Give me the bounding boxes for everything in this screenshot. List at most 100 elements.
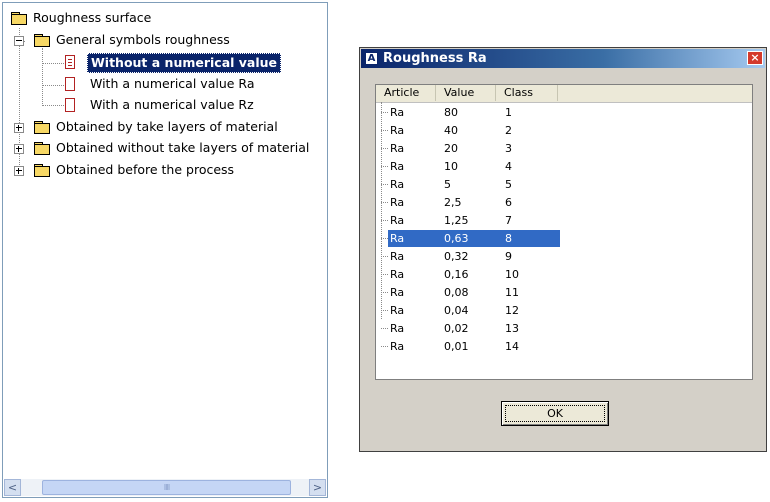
column-header-class[interactable]: Class (496, 85, 558, 101)
table-row[interactable]: Ra 0,63 8 (376, 230, 754, 247)
cell-value: 40 (444, 124, 458, 137)
cell-article: Ra (390, 304, 405, 317)
cell-article: Ra (390, 160, 405, 173)
table-row[interactable]: Ra 0,32 9 (376, 248, 754, 265)
cell-class: 13 (505, 322, 519, 335)
tree-node-label: With a numerical value Rz (90, 97, 254, 112)
roughness-symbol-icon (65, 55, 75, 69)
column-header-article[interactable]: Article (376, 85, 436, 101)
cell-article: Ra (390, 286, 405, 299)
cell-value: 20 (444, 142, 458, 155)
cell-class: 11 (505, 286, 519, 299)
tree-node-label: Obtained before the process (56, 162, 235, 177)
cell-class: 10 (505, 268, 519, 281)
close-icon[interactable]: × (747, 51, 763, 65)
ok-button-label: OK (547, 407, 563, 420)
folder-icon (34, 142, 50, 155)
cell-value: 0,32 (444, 250, 469, 263)
cell-value: 80 (444, 106, 458, 119)
table-row[interactable]: Ra 40 2 (376, 122, 754, 139)
expand-icon[interactable] (14, 144, 24, 154)
roughness-list[interactable]: Article Value Class Ra 80 1 Ra 40 2 Ra 20 3 Ra 10 4… (375, 84, 753, 380)
cell-article: Ra (390, 196, 405, 209)
cell-value: 10 (444, 160, 458, 173)
table-row[interactable]: Ra 2,5 6 (376, 194, 754, 211)
table-row[interactable]: Ra 0,08 11 (376, 284, 754, 301)
tree-node-root[interactable]: Roughness surface (11, 9, 211, 27)
cell-article: Ra (390, 322, 405, 335)
cell-value: 0,04 (444, 304, 469, 317)
cell-value: 0,01 (444, 340, 469, 353)
cell-value: 0,02 (444, 322, 469, 335)
folder-icon (34, 164, 50, 177)
horizontal-scrollbar[interactable]: < IIII > (4, 479, 326, 496)
tree-node-label: Roughness surface (33, 10, 152, 25)
cell-article: Ra (390, 142, 405, 155)
cell-article: Ra (390, 340, 405, 353)
table-row[interactable]: Ra 80 1 (376, 104, 754, 121)
roughness-ra-dialog: A Roughness Ra × Article Value Class Ra 8… (359, 47, 767, 452)
tree-node-take-layers[interactable]: Obtained by take layers of material (14, 118, 324, 136)
cell-value: 5 (444, 178, 451, 191)
table-row[interactable]: Ra 1,25 7 (376, 212, 754, 229)
cell-class: 8 (505, 232, 512, 245)
cell-article: Ra (390, 178, 405, 191)
table-row[interactable]: Ra 20 3 (376, 140, 754, 157)
folder-icon (34, 121, 50, 134)
cell-value: 1,25 (444, 214, 469, 227)
cell-class: 3 (505, 142, 512, 155)
cell-class: 2 (505, 124, 512, 137)
cell-class: 6 (505, 196, 512, 209)
cell-article: Ra (390, 124, 405, 137)
cell-value: 0,16 (444, 268, 469, 281)
tree-node-label: Obtained by take layers of material (56, 119, 278, 134)
cell-value: 0,63 (444, 232, 469, 245)
scroll-left-arrow-icon[interactable]: < (4, 479, 21, 496)
cell-value: 2,5 (444, 196, 462, 209)
cell-article: Ra (390, 232, 405, 245)
cell-article: Ra (390, 214, 405, 227)
folder-icon (11, 12, 27, 25)
table-row[interactable]: Ra 0,02 13 (376, 320, 754, 337)
roughness-symbol-icon (65, 77, 75, 91)
cell-article: Ra (390, 250, 405, 263)
roughness-symbol-icon (65, 98, 75, 112)
cell-class: 5 (505, 178, 512, 191)
expand-icon[interactable] (14, 123, 24, 133)
cell-class: 1 (505, 106, 512, 119)
tree-panel: Roughness surface General symbols roughn… (2, 2, 328, 498)
app-icon: A (365, 52, 378, 65)
collapse-icon[interactable] (14, 36, 24, 46)
dialog-title: Roughness Ra (383, 51, 487, 66)
tree-node-without-take-layers[interactable]: Obtained without take layers of material (14, 139, 324, 157)
tree-node-with-numerical-value-ra[interactable]: With a numerical value Ra (65, 75, 315, 93)
tree-node-before-process[interactable]: Obtained before the process (14, 161, 324, 179)
table-row[interactable]: Ra 0,01 14 (376, 338, 754, 355)
cell-class: 12 (505, 304, 519, 317)
ok-button[interactable]: OK (501, 401, 609, 426)
cell-class: 7 (505, 214, 512, 227)
scroll-right-arrow-icon[interactable]: > (309, 479, 326, 496)
cell-class: 9 (505, 250, 512, 263)
cell-article: Ra (390, 106, 405, 119)
tree-node-label: Without a numerical value (87, 53, 282, 73)
tree-node-label: General symbols roughness (56, 32, 230, 47)
cell-value: 0,08 (444, 286, 469, 299)
cell-article: Ra (390, 268, 405, 281)
expand-icon[interactable] (14, 166, 24, 176)
table-row[interactable]: Ra 0,04 12 (376, 302, 754, 319)
tree-node-without-numerical-value[interactable]: Without a numerical value (65, 53, 315, 73)
dialog-titlebar[interactable]: A Roughness Ra × (361, 49, 765, 68)
column-header-value[interactable]: Value (436, 85, 496, 101)
tree-node-general-symbols[interactable]: General symbols roughness (14, 31, 274, 49)
tree-node-label: Obtained without take layers of material (56, 140, 310, 155)
table-row[interactable]: Ra 0,16 10 (376, 266, 754, 283)
tree-node-with-numerical-value-rz[interactable]: With a numerical value Rz (65, 96, 315, 114)
table-row[interactable]: Ra 10 4 (376, 158, 754, 175)
tree-node-label: With a numerical value Ra (90, 76, 255, 91)
cell-class: 14 (505, 340, 519, 353)
cell-class: 4 (505, 160, 512, 173)
folder-open-icon (34, 34, 50, 47)
scrollbar-thumb[interactable]: IIII (42, 480, 291, 495)
table-row[interactable]: Ra 5 5 (376, 176, 754, 193)
